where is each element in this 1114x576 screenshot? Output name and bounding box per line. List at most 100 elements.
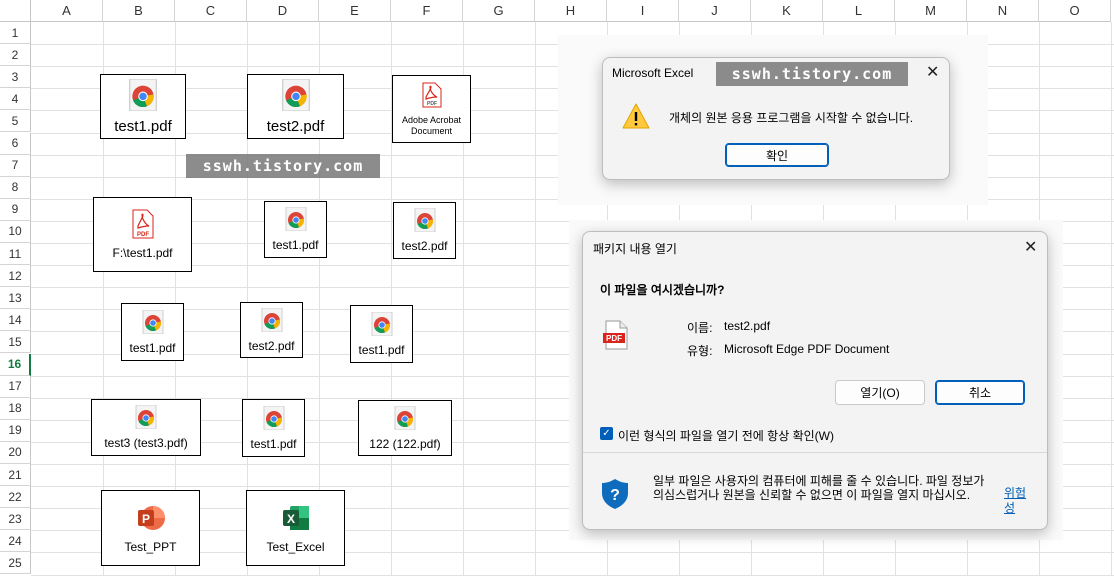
dialog-title: Microsoft Excel (612, 66, 694, 80)
embedded-object-1[interactable]: test1.pdf (100, 74, 186, 139)
svg-text:X: X (286, 512, 294, 526)
column-header-j[interactable]: J (679, 0, 751, 22)
chrome-icon (262, 405, 286, 434)
row-header-22[interactable]: 22 (0, 486, 31, 509)
row-header-23[interactable]: 23 (0, 508, 31, 531)
row-header-16[interactable]: 16 (0, 353, 31, 376)
shield-icon: ? (600, 478, 630, 515)
object-label: test1.pdf (272, 238, 319, 252)
close-icon[interactable]: ✕ (1024, 237, 1037, 257)
gridline (535, 22, 536, 576)
row-header-25[interactable]: 25 (0, 552, 31, 575)
row-header-19[interactable]: 19 (0, 419, 31, 442)
ok-button[interactable]: 확인 (725, 143, 829, 167)
object-label: 122 (122.pdf) (369, 436, 441, 451)
close-icon[interactable]: ✕ (926, 62, 939, 82)
row-header-4[interactable]: 4 (0, 88, 31, 111)
row-header-10[interactable]: 10 (0, 220, 31, 243)
row-header-17[interactable]: 17 (0, 375, 31, 398)
embedded-object-8[interactable]: test2.pdf (240, 302, 303, 358)
package-open-dialog: 패키지 내용 열기 ✕ 이 파일을 여시겠습니까? PDF 이름: test2.… (582, 231, 1048, 530)
object-label: Test_Excel (266, 539, 325, 554)
row-header-5[interactable]: 5 (0, 110, 31, 133)
dialog-question: 이 파일을 여시겠습니까? (600, 283, 725, 297)
embedded-object-4[interactable]: PDF F:\test1.pdf (93, 197, 192, 272)
row-header-9[interactable]: 9 (0, 198, 31, 221)
column-header-e[interactable]: E (319, 0, 391, 22)
column-header-k[interactable]: K (751, 0, 823, 22)
gridline (31, 574, 1114, 576)
object-label: test1.pdf (129, 340, 176, 355)
column-header-d[interactable]: D (247, 0, 319, 22)
powerpoint-icon: P (136, 503, 166, 537)
embedded-object-9[interactable]: test1.pdf (350, 305, 413, 363)
object-label: test2.pdf (401, 239, 448, 253)
svg-text:P: P (141, 512, 149, 526)
svg-text:PDF: PDF (137, 232, 149, 238)
embedded-object-3[interactable]: PDF Adobe Acrobat Document (392, 75, 471, 143)
embedded-object-2[interactable]: test2.pdf (247, 74, 344, 139)
chrome-icon (413, 207, 437, 236)
acrobat-icon: PDF (421, 82, 443, 112)
column-header-m[interactable]: M (895, 0, 967, 22)
pdf-file-icon: PDF (131, 209, 155, 243)
row-header-8[interactable]: 8 (0, 176, 31, 199)
row-header-3[interactable]: 3 (0, 66, 31, 89)
divider (583, 452, 1047, 453)
chrome-icon (127, 77, 159, 115)
name-value: test2.pdf (724, 319, 771, 333)
always-ask-checkbox[interactable]: ✓ (600, 427, 613, 440)
column-header-i[interactable]: I (607, 0, 679, 22)
name-label: 이름: (687, 321, 713, 335)
column-header-b[interactable]: B (103, 0, 175, 22)
select-all-corner[interactable] (0, 0, 31, 22)
chrome-icon (260, 307, 284, 336)
object-label: test1.pdf (114, 117, 172, 135)
embedded-object-14[interactable]: X Test_Excel (246, 490, 345, 566)
embedded-object-10[interactable]: test3 (test3.pdf) (91, 399, 201, 456)
embedded-object-6[interactable]: test2.pdf (393, 202, 456, 259)
object-label: test1.pdf (250, 436, 297, 451)
type-label: 유형: (687, 344, 713, 358)
help-link[interactable]: 위험성 (1004, 486, 1034, 516)
row-header-7[interactable]: 7 (0, 154, 31, 177)
column-header-n[interactable]: N (967, 0, 1039, 22)
row-header-11[interactable]: 11 (0, 243, 31, 265)
object-label: test2.pdf (248, 338, 295, 353)
column-header-a[interactable]: A (31, 0, 103, 22)
embedded-object-5[interactable]: test1.pdf (264, 201, 327, 258)
row-header-1[interactable]: 1 (0, 22, 31, 44)
row-header-14[interactable]: 14 (0, 309, 31, 332)
column-header-c[interactable]: C (175, 0, 247, 22)
embedded-object-7[interactable]: test1.pdf (121, 303, 184, 361)
embedded-object-11[interactable]: test1.pdf (242, 399, 305, 457)
embedded-object-13[interactable]: P Test_PPT (101, 490, 200, 566)
watermark: sswh.tistory.com (716, 62, 908, 86)
open-button[interactable]: 열기(O) (835, 380, 925, 405)
column-header-f[interactable]: F (391, 0, 463, 22)
chrome-icon (280, 77, 312, 115)
pdf-file-icon: PDF (603, 320, 629, 355)
column-header-l[interactable]: L (823, 0, 895, 22)
row-header-20[interactable]: 20 (0, 441, 31, 464)
embedded-object-12[interactable]: 122 (122.pdf) (358, 400, 452, 456)
object-label: test2.pdf (266, 117, 325, 135)
svg-text:PDF: PDF (427, 101, 437, 107)
chrome-icon (284, 206, 308, 235)
row-header-15[interactable]: 15 (0, 331, 31, 354)
row-header-12[interactable]: 12 (0, 265, 31, 288)
row-header-24[interactable]: 24 (0, 530, 31, 553)
column-header-g[interactable]: G (463, 0, 535, 22)
chrome-icon (134, 404, 158, 433)
row-header-13[interactable]: 13 (0, 287, 31, 310)
column-header-o[interactable]: O (1039, 0, 1111, 22)
row-header-18[interactable]: 18 (0, 397, 31, 420)
excel-icon: X (281, 503, 311, 537)
object-label: test1.pdf (358, 342, 405, 357)
cancel-button[interactable]: 취소 (935, 380, 1025, 405)
always-ask-label: 이런 형식의 파일을 열기 전에 항상 확인(W) (618, 429, 834, 443)
row-header-6[interactable]: 6 (0, 132, 31, 155)
row-header-21[interactable]: 21 (0, 464, 31, 486)
row-header-2[interactable]: 2 (0, 44, 31, 67)
column-header-h[interactable]: H (535, 0, 607, 22)
